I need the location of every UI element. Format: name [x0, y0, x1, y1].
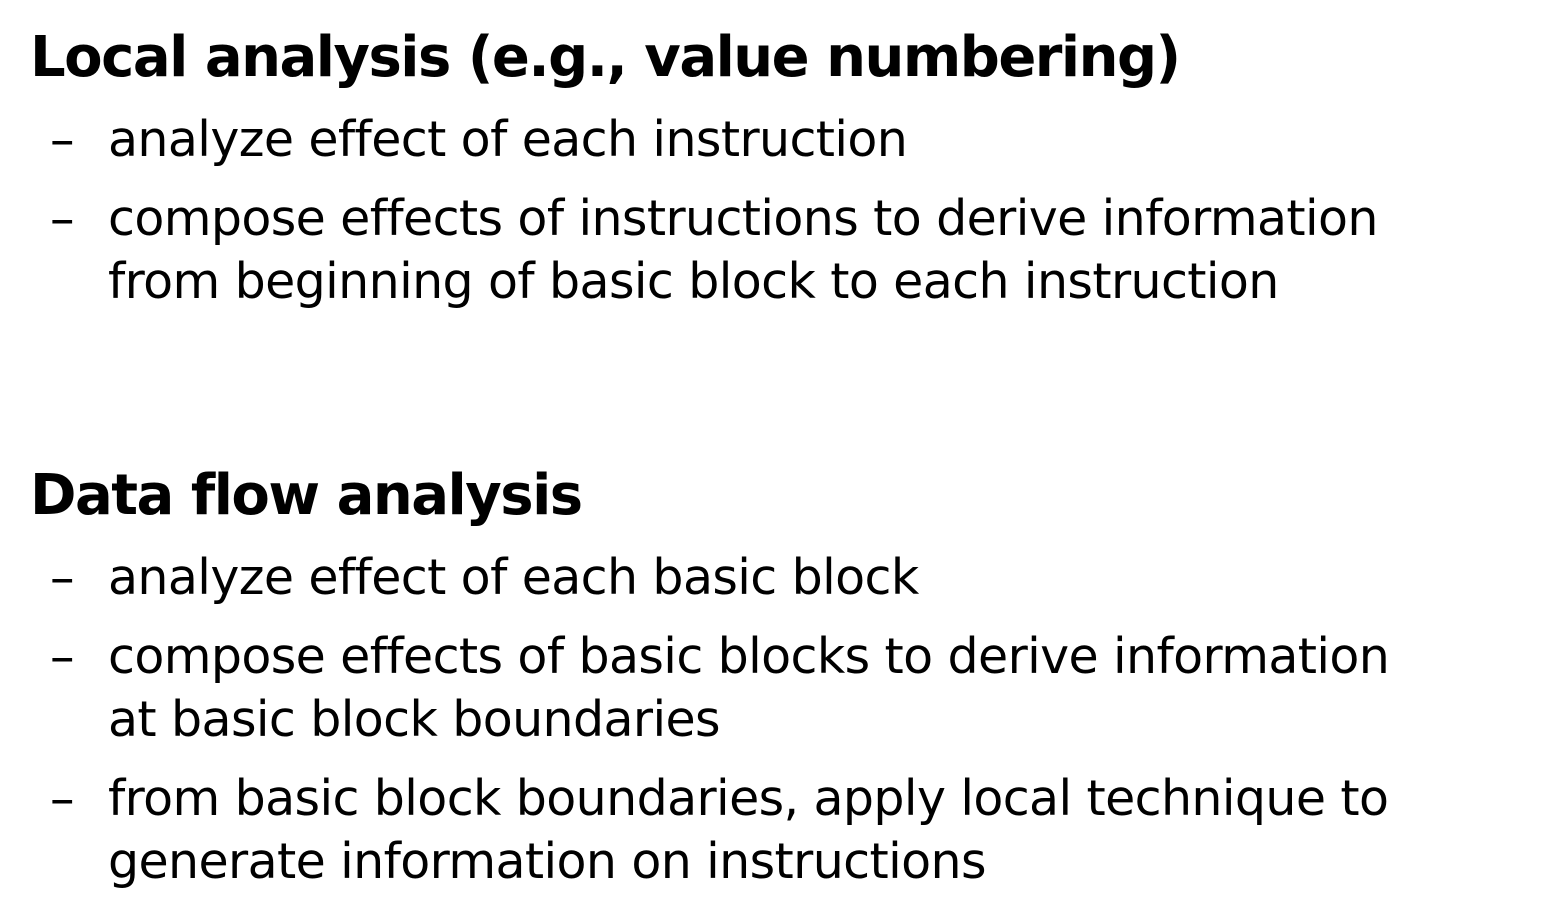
- dash-marker: –: [50, 770, 75, 827]
- local-analysis-section: Local analysis (e.g., value numbering) –…: [30, 20, 1540, 313]
- bullet-item: – compose effects of instructions to der…: [30, 187, 1540, 313]
- bullet-item: – from basic block boundaries, apply loc…: [30, 767, 1540, 893]
- data-flow-analysis-section: Data flow analysis – analyze effect of e…: [30, 458, 1540, 893]
- bullet-text-line: compose effects of instructions to deriv…: [108, 190, 1378, 247]
- bullet-text-line: analyze effect of each basic block: [108, 549, 919, 606]
- local-analysis-bullet-list: – analyze effect of each instruction – c…: [30, 108, 1540, 313]
- bullet-item: – analyze effect of each instruction: [30, 108, 1540, 171]
- bullet-text-line: compose effects of basic blocks to deriv…: [108, 628, 1390, 685]
- bullet-text-line: generate information on instructions: [108, 833, 986, 890]
- data-flow-analysis-bullet-list: – analyze effect of each basic block – c…: [30, 546, 1540, 893]
- bullet-text-line: at basic block boundaries: [108, 691, 721, 748]
- bullet-text-line: from beginning of basic block to each in…: [108, 253, 1279, 310]
- dash-marker: –: [50, 549, 75, 606]
- dash-marker: –: [50, 111, 75, 168]
- dash-marker: –: [50, 628, 75, 685]
- local-analysis-heading: Local analysis (e.g., value numbering): [30, 25, 1181, 90]
- bullet-text-line: from basic block boundaries, apply local…: [108, 770, 1389, 827]
- bullet-item: – compose effects of basic blocks to der…: [30, 625, 1540, 751]
- dash-marker: –: [50, 190, 75, 247]
- bullet-item: – analyze effect of each basic block: [30, 546, 1540, 609]
- bullet-text-line: analyze effect of each instruction: [108, 111, 908, 168]
- data-flow-analysis-heading: Data flow analysis: [30, 463, 583, 528]
